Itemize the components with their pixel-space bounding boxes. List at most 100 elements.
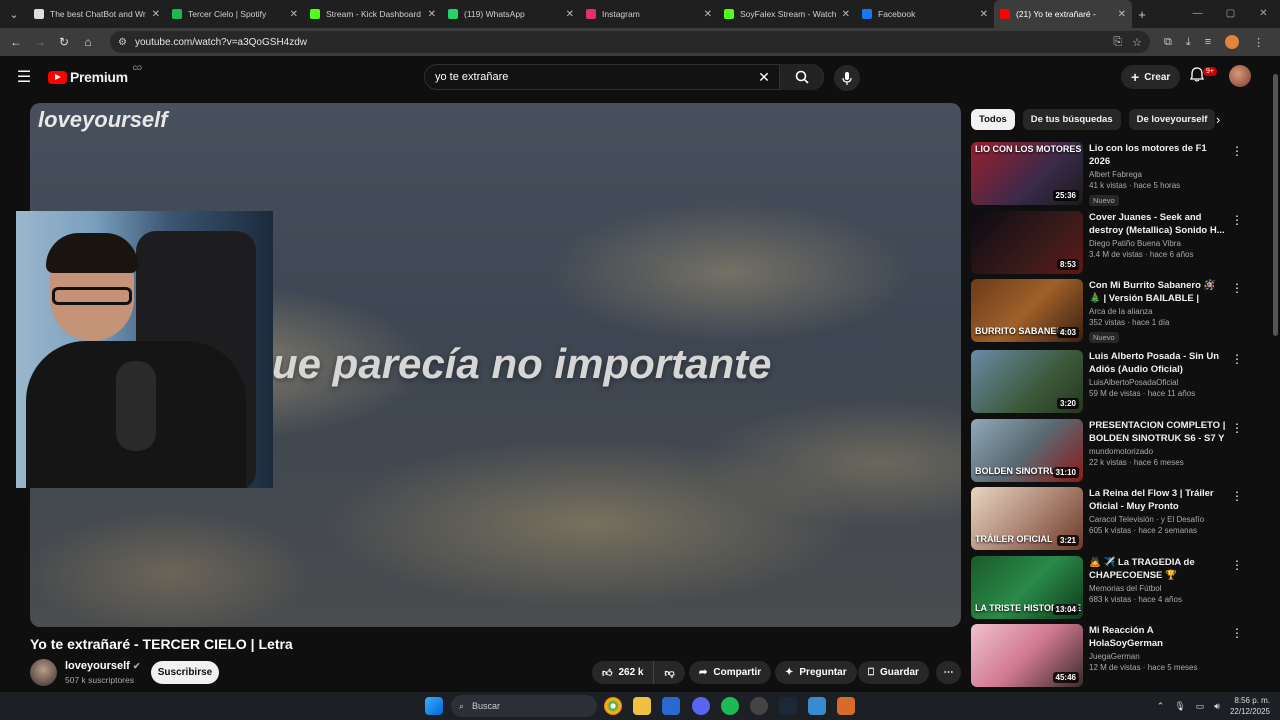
notifications-bell-icon[interactable] bbox=[1189, 67, 1205, 87]
recommendation-title[interactable]: Lio con los motores de F1 2026 bbox=[1089, 142, 1227, 168]
browser-tab[interactable]: The best ChatBot and Wr ✕ bbox=[28, 0, 166, 28]
more-options-icon[interactable]: ⋮ bbox=[1231, 352, 1243, 366]
browser-tab[interactable]: Facebook ✕ bbox=[856, 0, 994, 28]
youtube-logo[interactable]: Premium CO bbox=[48, 66, 142, 85]
save-button[interactable]: ⎕ Guardar bbox=[858, 661, 929, 684]
scrollbar-thumb[interactable] bbox=[1273, 74, 1278, 336]
more-options-icon[interactable]: ⋮ bbox=[1231, 558, 1243, 572]
browser-tab[interactable]: Stream - Kick Dashboard ✕ bbox=[304, 0, 442, 28]
recommendation-channel[interactable]: JuegaGerman bbox=[1089, 652, 1227, 661]
close-window-button[interactable]: ✕ bbox=[1247, 0, 1280, 28]
like-button[interactable]: 👍︎ 262 k bbox=[592, 661, 655, 684]
browser-tab[interactable]: (119) WhatsApp ✕ bbox=[442, 0, 580, 28]
subscribe-button[interactable]: Suscribirse bbox=[151, 661, 219, 684]
more-actions-button[interactable]: ⋯ bbox=[936, 661, 961, 684]
browser-tab[interactable]: SoyFalex Stream - Watch ✕ bbox=[718, 0, 856, 28]
tab-close-icon[interactable]: ✕ bbox=[980, 9, 988, 20]
search-button[interactable] bbox=[779, 64, 823, 90]
home-button[interactable]: ⌂ bbox=[76, 35, 100, 49]
chevron-right-icon[interactable]: › bbox=[1216, 112, 1220, 127]
guide-menu-icon[interactable]: ☰ bbox=[0, 67, 48, 87]
voice-search-button[interactable] bbox=[834, 65, 860, 91]
recommendation-item[interactable]: 45:46 Mi Reacción A HolaSoyGerman JuegaG… bbox=[971, 624, 1251, 688]
install-app-icon[interactable]: ⎘ bbox=[1113, 36, 1122, 49]
more-options-icon[interactable]: ⋮ bbox=[1231, 213, 1243, 227]
tab-search-button[interactable]: ⌄ bbox=[0, 0, 28, 28]
tray-expand-icon[interactable]: ⌃ bbox=[1157, 701, 1165, 712]
share-button[interactable]: ➦ Compartir bbox=[689, 661, 772, 684]
windows-start-icon[interactable] bbox=[425, 697, 443, 715]
back-button[interactable]: ← bbox=[4, 35, 28, 49]
downloads-icon[interactable]: ⤓ bbox=[1186, 36, 1191, 49]
recommendation-item[interactable]: 8:53 Cover Juanes - Seek and destroy (Me… bbox=[971, 211, 1251, 275]
reload-button[interactable]: ↻ bbox=[52, 35, 76, 49]
reading-list-icon[interactable]: ≡ bbox=[1205, 36, 1211, 48]
bookmark-star-icon[interactable]: ☆ bbox=[1132, 36, 1142, 49]
recommendation-channel[interactable]: Diego Patiño Buena Vibra bbox=[1089, 239, 1227, 248]
channel-name[interactable]: loveyourself ✔ bbox=[65, 660, 140, 672]
more-options-icon[interactable]: ⋮ bbox=[1231, 626, 1243, 640]
more-options-icon[interactable]: ⋮ bbox=[1231, 489, 1243, 503]
recommendation-item[interactable]: LA TRISTE HISTORIA DE CHAP 13:04 🙇 ✈️ La… bbox=[971, 556, 1251, 620]
recommendation-channel[interactable]: Memorias del Fútbol bbox=[1089, 584, 1227, 593]
page-scrollbar[interactable] bbox=[1271, 56, 1280, 692]
browser-tab[interactable]: (21) Yo te extrañaré - ✕ bbox=[994, 0, 1132, 28]
video-thumbnail[interactable]: 8:53 bbox=[971, 211, 1083, 274]
ask-button[interactable]: ✦ Preguntar bbox=[775, 661, 857, 684]
app-icon[interactable] bbox=[808, 697, 826, 715]
video-thumbnail[interactable]: 3:20 bbox=[971, 350, 1083, 413]
browser-tab[interactable]: Instagram ✕ bbox=[580, 0, 718, 28]
minimize-button[interactable]: — bbox=[1181, 0, 1214, 28]
tab-close-icon[interactable]: ✕ bbox=[1118, 9, 1126, 20]
tab-close-icon[interactable]: ✕ bbox=[566, 9, 574, 20]
recommendation-title[interactable]: 🙇 ✈️ La TRAGEDIA de CHAPECOENSE 🏆 CAMPEÓ… bbox=[1089, 556, 1227, 582]
tab-close-icon[interactable]: ✕ bbox=[842, 9, 850, 20]
recommendation-channel[interactable]: LuisAlbertoPosadaOficial bbox=[1089, 378, 1227, 387]
tab-close-icon[interactable]: ✕ bbox=[290, 9, 298, 20]
dislike-button[interactable]: 👎︎ bbox=[654, 661, 685, 684]
tab-close-icon[interactable]: ✕ bbox=[428, 9, 436, 20]
more-options-icon[interactable]: ⋮ bbox=[1231, 281, 1243, 295]
recommendation-item[interactable]: BURRITO SABANERO 4:03 Con Mi Burrito Sab… bbox=[971, 279, 1251, 343]
video-thumbnail[interactable]: BOLDEN SINOTRUK 31:10 bbox=[971, 419, 1083, 482]
volume-icon[interactable]: 🔊︎ bbox=[1214, 701, 1220, 712]
chip-from-searches[interactable]: De tus búsquedas bbox=[1022, 109, 1121, 130]
recommendation-channel[interactable]: Caracol Televisión · y El Desafío bbox=[1089, 515, 1227, 524]
recommendation-title[interactable]: Mi Reacción A HolaSoyGerman bbox=[1089, 624, 1227, 650]
video-thumbnail[interactable]: BURRITO SABANERO 4:03 bbox=[971, 279, 1083, 342]
obs-icon[interactable] bbox=[750, 697, 768, 715]
discord-icon[interactable] bbox=[692, 697, 710, 715]
file-explorer-icon[interactable] bbox=[633, 697, 651, 715]
recommendation-item[interactable]: TRÁILER OFICIAL 3:21 La Reina del Flow 3… bbox=[971, 487, 1251, 551]
recommendation-title[interactable]: La Reina del Flow 3 | Tráiler Oficial - … bbox=[1089, 487, 1227, 513]
chrome-icon[interactable] bbox=[604, 697, 622, 715]
account-avatar[interactable] bbox=[1229, 65, 1251, 87]
clear-search-icon[interactable]: ✕ bbox=[749, 69, 779, 86]
recommendation-title[interactable]: Cover Juanes - Seek and destroy (Metalli… bbox=[1089, 211, 1227, 237]
recommendation-channel[interactable]: Albert Fabrega bbox=[1089, 170, 1227, 179]
tab-close-icon[interactable]: ✕ bbox=[152, 9, 160, 20]
extensions-icon[interactable]: ⧉ bbox=[1164, 36, 1172, 49]
microsoft-store-icon[interactable] bbox=[662, 697, 680, 715]
network-icon[interactable]: ▭ bbox=[1196, 701, 1205, 712]
browser-menu-icon[interactable]: ⋮ bbox=[1253, 36, 1264, 49]
recommendation-title[interactable]: Con Mi Burrito Sabanero 🪅 🎄 | Versión BA… bbox=[1089, 279, 1227, 305]
video-thumbnail[interactable]: LA TRISTE HISTORIA DE CHAP 13:04 bbox=[971, 556, 1083, 619]
maximize-button[interactable]: ▢ bbox=[1214, 0, 1247, 28]
channel-avatar[interactable] bbox=[30, 659, 57, 686]
clock[interactable]: 8:56 p. m. 22/12/2025 bbox=[1230, 695, 1270, 717]
recommendation-item[interactable]: 3:20 Luis Alberto Posada - Sin Un Adiós … bbox=[971, 350, 1251, 414]
recommendation-channel[interactable]: mundomotorizado bbox=[1089, 447, 1227, 456]
recommendation-title[interactable]: PRESENTACION COMPLETO | BOLDEN SINOTRUK … bbox=[1089, 419, 1227, 445]
microphone-tray-icon[interactable]: 🎙︎ bbox=[1174, 701, 1185, 712]
more-options-icon[interactable]: ⋮ bbox=[1231, 144, 1243, 158]
tab-close-icon[interactable]: ✕ bbox=[704, 9, 712, 20]
recommendation-item[interactable]: BOLDEN SINOTRUK 31:10 PRESENTACION COMPL… bbox=[971, 419, 1251, 483]
forward-button[interactable]: → bbox=[28, 35, 52, 49]
new-tab-button[interactable]: + bbox=[1132, 7, 1152, 22]
address-bar[interactable]: ⚙ youtube.com/watch?v=a3QoGSH4zdw ⎘ ☆ bbox=[110, 31, 1150, 53]
recommendation-title[interactable]: Luis Alberto Posada - Sin Un Adiós (Audi… bbox=[1089, 350, 1227, 376]
steam-icon[interactable] bbox=[779, 697, 797, 715]
more-options-icon[interactable]: ⋮ bbox=[1231, 421, 1243, 435]
recommendation-channel[interactable]: Arca de la alianza bbox=[1089, 307, 1227, 316]
